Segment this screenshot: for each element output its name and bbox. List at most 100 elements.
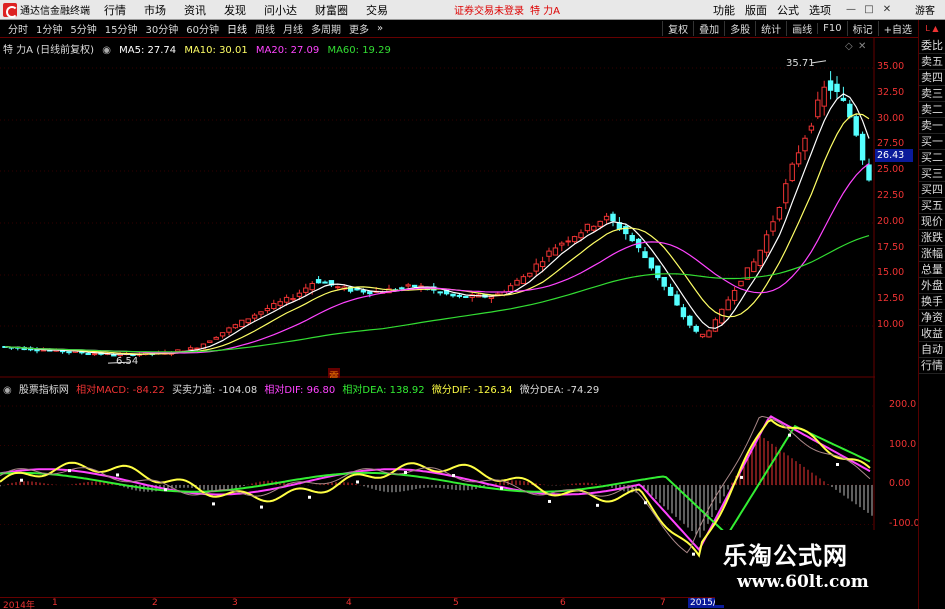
menu-gongshi[interactable]: 公式 <box>777 2 799 18</box>
candle-body <box>655 265 661 279</box>
period-5min[interactable]: 5分钟 <box>70 21 96 36</box>
candle-body <box>290 298 296 301</box>
date-tick: 3 <box>232 598 238 608</box>
period-multi[interactable]: 多周期 <box>311 21 341 36</box>
candle-body <box>815 99 821 118</box>
toolbar-huaxian[interactable]: 画线 <box>786 21 817 36</box>
candle-body <box>808 125 815 131</box>
quote-field-20[interactable]: 行情 <box>919 358 945 374</box>
toolbar-biaoji[interactable]: 标记 <box>846 21 878 36</box>
candle-body <box>623 226 629 235</box>
price-tick: 15.00 <box>877 267 905 279</box>
quote-field-0[interactable]: 委比 <box>919 38 945 54</box>
period-fenshi[interactable]: 分时 <box>8 21 28 36</box>
quote-field-5[interactable]: 卖一 <box>919 118 945 134</box>
quote-field-1[interactable]: 卖五 <box>919 54 945 70</box>
quote-field-18[interactable]: 收益 <box>919 326 945 342</box>
toolbar-duogu[interactable]: 多股 <box>724 21 755 36</box>
period-60min[interactable]: 60分钟 <box>186 21 219 36</box>
quote-field-19[interactable]: 自动 <box>919 342 945 358</box>
period-more[interactable]: 更多 <box>349 21 369 36</box>
close-icon[interactable]: ✕ <box>879 2 895 18</box>
period-1min[interactable]: 1分钟 <box>36 21 62 36</box>
candle-body <box>258 311 264 315</box>
period-daily[interactable]: 日线 <box>227 21 247 36</box>
chart-background <box>0 38 875 378</box>
panel-close-icon[interactable]: ✕ <box>858 41 866 52</box>
toolbar-tongji[interactable]: 统计 <box>755 21 786 36</box>
menu-xuanxiang[interactable]: 选项 <box>809 2 831 18</box>
candle-body <box>642 251 648 259</box>
menu-wenxiaoda[interactable]: 问小达 <box>264 2 297 18</box>
quote-field-3[interactable]: 卖三 <box>919 86 945 102</box>
period-30min[interactable]: 30分钟 <box>145 21 178 36</box>
candle-body <box>751 261 757 273</box>
quote-field-11[interactable]: 现价 <box>919 214 945 230</box>
login-status[interactable]: 证券交易未登录 <box>454 2 524 17</box>
candle-body <box>859 133 866 161</box>
quote-field-8[interactable]: 买三 <box>919 166 945 182</box>
quote-field-13[interactable]: 涨幅 <box>919 246 945 262</box>
menu-caifuquan[interactable]: 财富圈 <box>315 2 348 18</box>
menu-jiaoyi[interactable]: 交易 <box>366 2 388 18</box>
candle-body <box>437 291 443 294</box>
quote-field-14[interactable]: 总量 <box>919 262 945 278</box>
diamond-icon[interactable]: ◇ <box>845 41 853 52</box>
period-15min[interactable]: 15分钟 <box>105 21 138 36</box>
menu-faxian[interactable]: 发现 <box>224 2 246 18</box>
quote-field-16[interactable]: 换手 <box>919 294 945 310</box>
menu-banmian[interactable]: 版面 <box>745 2 767 18</box>
legend-toggle-icon[interactable]: ◉ <box>102 45 111 56</box>
signal-dot <box>404 470 407 474</box>
price-tick: 27.50 <box>877 138 905 150</box>
current-price-marker: 26.43 <box>875 149 913 163</box>
menu-shichang[interactable]: 市场 <box>144 2 166 18</box>
candle-body <box>232 324 239 329</box>
toolbar-diejia[interactable]: 叠加 <box>693 21 724 36</box>
candle-body <box>226 327 232 333</box>
candle-body <box>399 287 405 290</box>
candle-body <box>866 164 872 181</box>
maximize-icon[interactable]: □ <box>861 2 877 18</box>
date-tick: 2014年 <box>3 601 35 609</box>
minimize-icon[interactable]: — <box>843 2 859 18</box>
candlestick-chart[interactable] <box>0 38 875 378</box>
quote-field-15[interactable]: 外盘 <box>919 278 945 294</box>
quote-field-4[interactable]: 卖二 <box>919 102 945 118</box>
menu-hangqing[interactable]: 行情 <box>104 2 126 18</box>
signal-dot <box>596 503 599 507</box>
period-monthly[interactable]: 月线 <box>283 21 303 36</box>
watermark-url: www.60lt.com <box>737 572 869 592</box>
legend-ma10: MA10: 30.01 <box>184 45 248 56</box>
period-more-arrow-icon[interactable]: » <box>377 23 383 34</box>
quote-field-10[interactable]: 买五 <box>919 198 945 214</box>
toolbar-fuquan[interactable]: 复权 <box>662 21 693 36</box>
menu-zixun[interactable]: 资讯 <box>184 2 206 18</box>
quote-field-2[interactable]: 卖四 <box>919 70 945 86</box>
legend-wdea: 微分DEA: -74.29 <box>519 385 600 396</box>
guest-label[interactable]: 游客 <box>915 2 935 17</box>
quote-field-7[interactable]: 买二 <box>919 150 945 166</box>
quote-field-17[interactable]: 净资 <box>919 310 945 326</box>
indicator-toggle-icon[interactable]: ◉ <box>3 385 12 396</box>
candle-body <box>648 257 655 269</box>
candle-body <box>271 303 277 309</box>
signal-dot <box>836 463 839 467</box>
quote-field-12[interactable]: 涨跌 <box>919 230 945 246</box>
candle-body <box>251 314 258 319</box>
toolbar-zixuan[interactable]: +自选 <box>877 21 917 36</box>
candle-body <box>219 332 226 337</box>
candle-body <box>450 293 456 297</box>
quote-field-9[interactable]: 买四 <box>919 182 945 198</box>
quote-field-6[interactable]: 买一 <box>919 134 945 150</box>
title-bar: 通达信金融终端 行情 市场 资讯 发现 问小达 财富圈 交易 证券交易未登录 特… <box>0 0 945 20</box>
period-weekly[interactable]: 周线 <box>255 21 275 36</box>
indicator-tick: -100.0 <box>889 517 920 529</box>
menu-gongneng[interactable]: 功能 <box>713 2 735 18</box>
main-legend: 特 力A (日线前复权) ◉ MA5: 27.74 MA10: 30.01 MA… <box>3 41 396 56</box>
app-name: 通达信金融终端 <box>20 6 90 17</box>
panel-collapse-icon[interactable]: L ▲ <box>919 20 945 38</box>
price-tick: 22.50 <box>877 190 905 201</box>
candle-body <box>296 292 303 297</box>
toolbar-f10[interactable]: F10 <box>817 23 846 34</box>
